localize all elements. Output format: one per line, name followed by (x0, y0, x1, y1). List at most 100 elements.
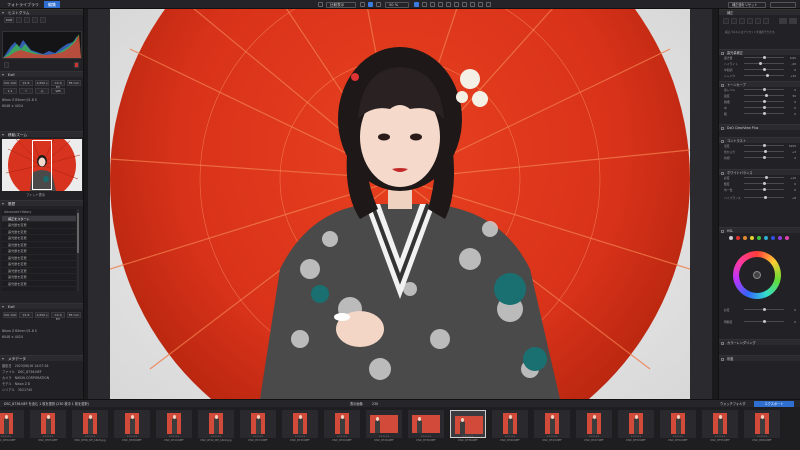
filmstrip-thumbnail[interactable]: ★★★★★ DSC_8720.NEF (324, 410, 360, 444)
slider[interactable]: 明瞭度 0 (724, 320, 796, 324)
rating-stars[interactable]: ★★★★★ (576, 435, 612, 438)
slider-value[interactable]: 0 (788, 182, 796, 186)
slider-value[interactable]: +8 (788, 196, 796, 200)
section-exposure[interactable]: 露光量補正 (719, 49, 800, 55)
slider-knob[interactable] (764, 94, 768, 97)
slider-knob[interactable] (762, 182, 766, 185)
fit-icon[interactable] (360, 2, 365, 7)
local-tab-icon[interactable] (755, 18, 761, 24)
metadata-header[interactable]: メタデータ (0, 355, 83, 361)
rating-stars[interactable]: ★★★★★ (114, 435, 150, 438)
filmstrip-thumbnail[interactable]: ★★★★★ DSC_8706_DE_16bit.jpg (72, 410, 108, 444)
filmstrip-thumbnail[interactable]: ★★★★★ DSC_8750.NEF (618, 410, 654, 444)
slider-knob[interactable] (762, 88, 766, 91)
detail-tab-icon[interactable] (739, 18, 745, 24)
history-header[interactable]: 履歴 (0, 200, 83, 206)
slider-knob[interactable] (764, 196, 768, 199)
slider-knob[interactable] (762, 308, 766, 311)
slider-knob[interactable] (762, 68, 766, 71)
zoom-select[interactable]: 50 % (385, 1, 409, 8)
pen-icon[interactable] (779, 18, 787, 24)
slider-knob[interactable] (764, 176, 768, 179)
repair-icon[interactable] (422, 2, 427, 7)
filmstrip-thumbnail[interactable]: ★★★★★ DSC_8705.NEF (30, 410, 66, 444)
main-photo[interactable] (110, 9, 690, 399)
slider[interactable]: シャドウ +15 (724, 74, 796, 78)
section-checkbox[interactable] (721, 83, 724, 87)
navigator-viewport[interactable] (32, 140, 52, 190)
slider[interactable]: ハイライト -20 (724, 62, 796, 66)
perspective-icon[interactable] (454, 2, 459, 7)
rating-stars[interactable]: ★★★★★ (72, 435, 108, 438)
color-tab-icon[interactable] (731, 18, 737, 24)
red-eye-icon[interactable] (438, 2, 443, 7)
slider-knob[interactable] (763, 150, 767, 153)
slider-value[interactable]: +15 (788, 74, 796, 78)
histogram-header[interactable]: ヒストグラム (0, 9, 83, 15)
shadow-clip-icon[interactable] (4, 62, 9, 68)
color-wheel[interactable] (733, 251, 781, 299)
compare-button[interactable]: 比較表示 (326, 1, 356, 8)
slider-value[interactable]: 0 (788, 188, 796, 192)
filmstrip-thumbnail[interactable]: ★★★★★ DSC_8713.NEF (240, 410, 276, 444)
filmstrip-thumbnail[interactable]: ★★★★★ DSC_8755.NEF (702, 410, 738, 444)
slider-value[interactable]: 0 (788, 100, 796, 104)
watermark-icon[interactable] (462, 2, 467, 7)
filmstrip-thumbnail[interactable]: ★★★★★ DSC_8743.NEF (534, 410, 570, 444)
rating-stars[interactable]: ★★★★★ (450, 435, 486, 438)
tab-edit[interactable]: 編集 (44, 1, 60, 8)
slider[interactable]: 強度 50 (724, 94, 796, 98)
color-swatch[interactable] (771, 236, 775, 240)
color-swatch[interactable] (778, 236, 782, 240)
compare-toggle[interactable] (770, 1, 796, 8)
softproof-icon[interactable] (486, 2, 491, 7)
filmstrip-thumbnail[interactable]: ★★★★★ DSC_8736.NEF (450, 410, 486, 444)
slider[interactable]: 粗0 (724, 112, 796, 116)
slider-knob[interactable] (762, 56, 766, 59)
rating-stars[interactable]: ★★★★★ (618, 435, 654, 438)
rgb-button[interactable]: RGB (4, 17, 14, 23)
filmstrip-thumbnail[interactable]: ★★★★★ DSC_8708.NEF (114, 410, 150, 444)
filmstrip-thumbnail[interactable]: ★★★★★ DSC_8712_DE_16bit.jpg (198, 410, 234, 444)
section-tone-curve[interactable]: トーンカーブ (719, 81, 800, 87)
navigator-thumbnail[interactable] (2, 139, 82, 191)
luma-channel-icon[interactable] (40, 17, 46, 23)
slider[interactable]: 均一性 0 (724, 188, 796, 192)
section-checkbox[interactable] (721, 229, 724, 233)
single-view-icon[interactable] (368, 2, 373, 7)
section-saturation[interactable]: 彩度 (719, 355, 800, 361)
rating-stars[interactable]: ★★★★★ (534, 435, 570, 438)
section-checkbox[interactable] (721, 341, 724, 345)
slider-knob[interactable] (763, 144, 767, 147)
color-swatch[interactable] (729, 236, 733, 240)
color-swatch[interactable] (785, 236, 789, 240)
color-swatch[interactable] (743, 236, 747, 240)
color-swatch[interactable] (764, 236, 768, 240)
rating-stars[interactable]: ★★★★★ (744, 435, 780, 438)
exif-header-2[interactable]: Exif (0, 303, 83, 309)
slider-value[interactable]: +10 (788, 176, 796, 180)
slider-knob[interactable] (762, 106, 766, 109)
filmstrip-thumbnail[interactable]: ★★★★★DSC_8702.NEF (0, 410, 24, 444)
straighten-icon[interactable] (414, 2, 419, 7)
rating-stars[interactable]: ★★★★★ (0, 435, 24, 438)
section-checkbox[interactable] (721, 126, 724, 130)
slider[interactable]: 露光量 0.00 (724, 56, 796, 60)
slider-knob[interactable] (765, 74, 769, 77)
split-view-icon[interactable] (376, 2, 381, 7)
color-swatch[interactable] (757, 236, 761, 240)
filmstrip-thumbnail[interactable]: ★★★★★ DSC_8740.NEF (492, 410, 528, 444)
slider[interactable]: 輝度 0 (724, 182, 796, 186)
slider-value[interactable]: 50 (788, 94, 796, 98)
slider[interactable]: 彩度 0 (724, 308, 796, 312)
light-tab-icon[interactable] (723, 18, 729, 24)
navigator-mode[interactable]: フィット表示 (26, 193, 45, 198)
section-contrast[interactable]: コントラスト (719, 137, 800, 143)
slider[interactable]: 黒レベル 0 (724, 88, 796, 92)
section-checkbox[interactable] (721, 171, 724, 175)
rating-stars[interactable]: ★★★★★ (156, 435, 192, 438)
slider-value[interactable]: 0 (788, 320, 796, 324)
color-swatch[interactable] (750, 236, 754, 240)
navigator-header[interactable]: 移動/ズーム (0, 131, 83, 137)
section-checkbox[interactable] (721, 51, 724, 55)
